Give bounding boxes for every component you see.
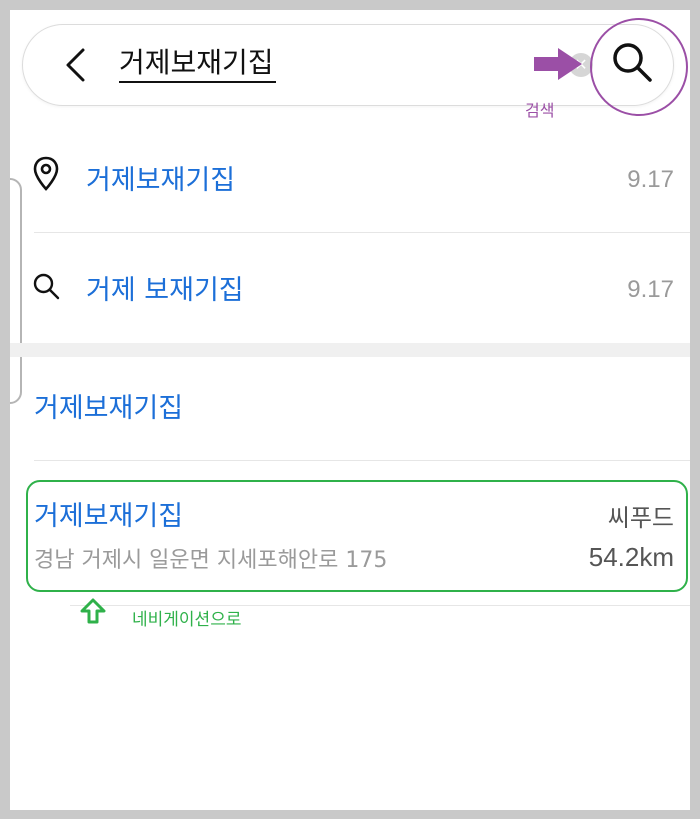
- result-distance: 54.2km: [588, 542, 674, 572]
- result-address: 경남 거제시 일운면 지세포해안로 175: [34, 548, 388, 573]
- suggestion-date: 9.17: [627, 166, 674, 193]
- divider: [34, 232, 690, 233]
- up-arrow-icon: [80, 598, 106, 624]
- search-input[interactable]: 거제보재기집: [119, 45, 276, 83]
- navigation-annotation-label: 네비게이션으로: [132, 610, 242, 630]
- section-title: 거제보재기집: [34, 393, 184, 424]
- divider: [34, 460, 690, 461]
- annotation-arrow-icon: [534, 48, 582, 80]
- search-annotation-circle: [590, 18, 688, 116]
- section-separator: [10, 343, 690, 357]
- back-arrow-icon[interactable]: [63, 47, 89, 83]
- search-icon: [33, 273, 60, 300]
- location-pin-icon: [33, 156, 59, 191]
- result-category: 씨푸드: [607, 504, 674, 532]
- suggestion-label: 거제 보재기집: [86, 275, 244, 306]
- result-name[interactable]: 거제보재기집: [34, 494, 183, 533]
- suggestion-date: 9.17: [627, 276, 674, 303]
- side-handle: [10, 178, 22, 404]
- app-screen: 거제보재기집 ✕ 검색 거제보재기집 9.17 거제 보재기집 9.17 거제보…: [10, 10, 690, 810]
- suggestion-label: 거제보재기집: [86, 165, 236, 196]
- search-annotation-label: 검색: [525, 101, 555, 120]
